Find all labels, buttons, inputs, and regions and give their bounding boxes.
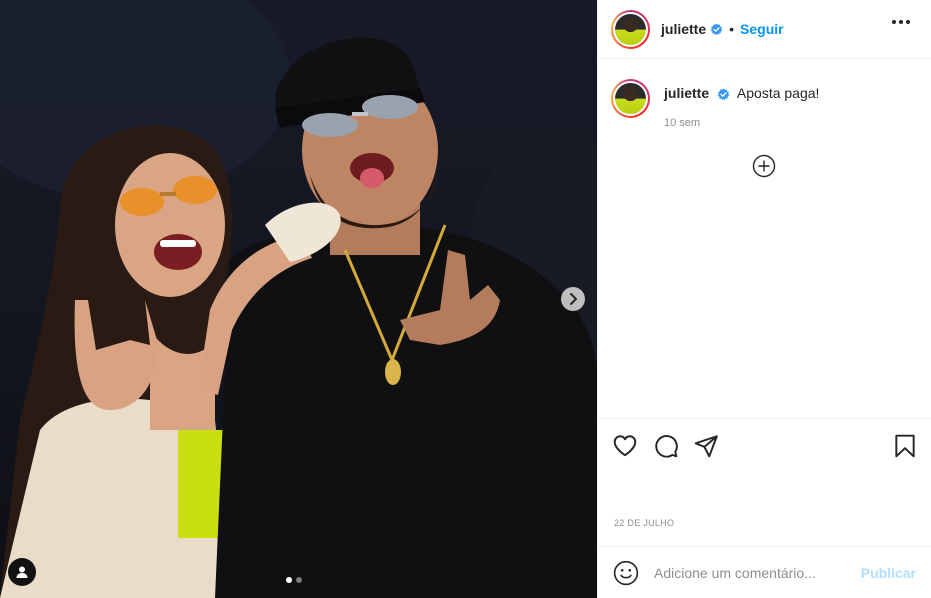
action-bar xyxy=(598,418,931,473)
chevron-right-icon xyxy=(570,293,577,305)
avatar[interactable] xyxy=(611,9,650,49)
header-username[interactable]: juliette xyxy=(661,21,706,37)
tagged-users-button[interactable] xyxy=(8,558,36,586)
avatar-image xyxy=(615,13,646,45)
photo-scene xyxy=(0,0,597,598)
more-options-icon[interactable] xyxy=(892,20,910,24)
carousel-indicator xyxy=(286,577,302,583)
carousel-next-button[interactable] xyxy=(561,287,585,311)
follow-button[interactable]: Seguir xyxy=(740,21,784,37)
caption-avatar-image xyxy=(615,83,646,114)
caption: juliette Aposta paga! xyxy=(611,79,819,118)
caption-timestamp[interactable]: 10 sem xyxy=(664,117,700,129)
comment-bubble-icon[interactable] xyxy=(653,433,679,459)
smiley-icon[interactable] xyxy=(613,560,639,586)
plus-circle-icon[interactable] xyxy=(752,154,776,178)
post-photo[interactable] xyxy=(0,0,597,598)
comment-input[interactable] xyxy=(654,564,854,581)
carousel-dot-active xyxy=(286,577,292,583)
post-date[interactable]: 22 DE JULHO xyxy=(614,518,674,528)
caption-avatar[interactable] xyxy=(611,79,650,118)
publish-button[interactable]: Publicar xyxy=(861,565,916,581)
verified-badge-icon xyxy=(717,88,730,100)
paper-plane-icon[interactable] xyxy=(693,433,719,459)
bookmark-icon[interactable] xyxy=(892,433,918,459)
carousel-dot xyxy=(296,577,302,583)
user-tag-icon xyxy=(16,566,28,578)
comment-form: Publicar xyxy=(598,546,931,598)
caption-text: Aposta paga! xyxy=(736,85,820,101)
header-separator: • xyxy=(729,21,735,37)
verified-badge-icon xyxy=(710,23,723,35)
heart-icon[interactable] xyxy=(612,433,638,459)
caption-username[interactable]: juliette xyxy=(664,85,709,101)
post-details-panel: juliette • Seguir juliette Aposta paga! … xyxy=(597,0,931,598)
post-header: juliette • Seguir xyxy=(598,0,931,59)
